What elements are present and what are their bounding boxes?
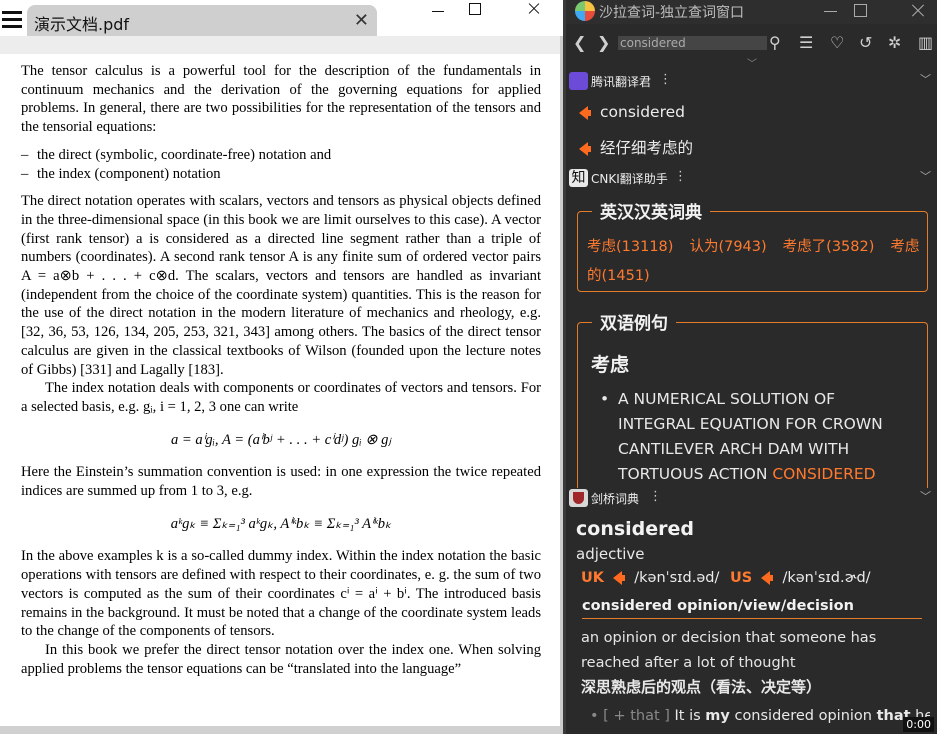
- grammar-tag: [ + that ]: [603, 708, 670, 724]
- speaker-icon[interactable]: [579, 105, 591, 120]
- sidebar-icon[interactable]: ▥: [918, 32, 933, 54]
- minimize-button[interactable]: [418, 0, 458, 22]
- history-icon[interactable]: ↺: [859, 32, 872, 54]
- keyword-link[interactable]: 认为(7943): [689, 239, 766, 255]
- dict-title-bar: 沙拉查词-独立查词窗口: [566, 0, 937, 24]
- more-icon[interactable]: ⋮: [674, 169, 687, 184]
- app-logo-icon: [575, 1, 595, 21]
- tencent-logo-icon: [569, 72, 588, 90]
- settings-icon[interactable]: ✲: [888, 32, 901, 54]
- speaker-icon[interactable]: [579, 141, 591, 156]
- pdf-viewer-window: 演示文档.pdf ✕ The tensor calculus is a powe…: [0, 0, 563, 734]
- pronunciation-row: UK /kənˈsɪd.əd/ US /kənˈsɪd.ɚd/: [581, 570, 871, 586]
- forward-icon[interactable]: ❯: [597, 32, 610, 54]
- us-label: US: [730, 570, 753, 586]
- list-item: – the direct (symbolic, coordinate-free) …: [21, 146, 332, 163]
- minimize-button[interactable]: [822, 2, 842, 20]
- dict-name: 腾讯翻译君: [591, 75, 652, 89]
- paragraph: The direct notation operates with scalar…: [21, 193, 541, 378]
- equation: a = aⁱgᵢ, A = (aⁱbʲ + . . . + cⁱdʲ) gᵢ ⊗…: [170, 431, 392, 448]
- search-input[interactable]: [618, 36, 767, 50]
- close-window-button[interactable]: [514, 0, 554, 22]
- tencent-header[interactable]: 腾讯翻译君 ⋮ ﹀: [566, 71, 937, 93]
- menu-icon[interactable]: [2, 11, 22, 29]
- definition: an opinion or decision that someone has …: [581, 630, 877, 671]
- list-item: – the index (component) notation: [21, 165, 221, 182]
- dict-name: 剑桥词典: [591, 492, 640, 506]
- clock-badge: 0:00: [903, 717, 934, 732]
- us-ipa: /kənˈsɪd.ɚd/: [782, 570, 871, 586]
- dict-name: CNKI翻译助手: [591, 172, 668, 186]
- more-icon[interactable]: ⋮: [649, 489, 662, 504]
- uk-label: UK: [581, 570, 605, 586]
- cambridge-header[interactable]: 剑桥词典 ⋮ ﹀: [566, 488, 937, 510]
- window-title: 沙拉查词-独立查词窗口: [599, 5, 745, 21]
- pdf-text-body: The tensor calculus is a powerful tool f…: [21, 62, 541, 678]
- more-icon[interactable]: ⋮: [659, 72, 672, 87]
- paragraph: The index notation deals with components…: [21, 380, 541, 415]
- heart-icon[interactable]: ♡: [830, 32, 844, 54]
- section-title: 双语例句: [592, 309, 676, 334]
- source-line: considered: [579, 103, 685, 121]
- close-tab-icon[interactable]: ✕: [354, 10, 369, 31]
- paragraph: Here the Einstein’s summation convention…: [21, 464, 541, 500]
- keyword-list: 考虑(13118) 认为(7943) 考虑了(3582) 考虑的(1451): [587, 232, 922, 290]
- search-icon[interactable]: ⚲: [769, 32, 781, 54]
- example-headword: 考虑: [591, 354, 630, 376]
- uk-ipa: /kənˈsɪd.əd/: [634, 570, 720, 586]
- maximize-button[interactable]: [852, 2, 872, 20]
- speaker-icon[interactable]: [612, 571, 625, 585]
- pdf-bottom-bar: [0, 726, 560, 734]
- dict-toolbar: ❮ ❯ ⚲ ☰ ♡ ↺ ✲ ▥: [566, 30, 937, 58]
- chevron-down-icon[interactable]: ﹀: [747, 55, 757, 70]
- speaker-icon[interactable]: [760, 571, 773, 585]
- chevron-down-icon[interactable]: ﹀: [920, 488, 931, 504]
- definition-cn: 深思熟虑后的观点（看法、决定等）: [581, 678, 822, 696]
- pdf-tab-title: 演示文档.pdf: [34, 15, 130, 34]
- phrase-heading: considered opinion/view/decision: [582, 598, 922, 619]
- example-item: • [ + that ] It is my considered opinion…: [590, 708, 930, 724]
- paragraph: The tensor calculus is a powerful tool f…: [21, 63, 541, 136]
- dictionary-box: 英汉汉英词典 考虑(13118) 认为(7943) 考虑了(3582) 考虑的(145…: [577, 198, 928, 292]
- back-icon[interactable]: ❮: [573, 32, 586, 54]
- paragraph: In this book we prefer the direct tensor…: [21, 641, 541, 677]
- close-window-button[interactable]: [909, 2, 929, 20]
- maximize-button[interactable]: [455, 0, 495, 22]
- menu-icon[interactable]: ☰: [799, 32, 813, 54]
- keyword-link[interactable]: 考虑了(3582): [783, 239, 875, 255]
- pdf-tab-bar: 演示文档.pdf ✕: [0, 0, 563, 36]
- examples-box: 双语例句 考虑 • A NUMERICAL SOLUTION OF INTEGR…: [577, 309, 928, 488]
- translation-line: 经仔细考虑的: [579, 136, 693, 158]
- section-title: 英汉汉英词典: [592, 198, 710, 223]
- pdf-page[interactable]: The tensor calculus is a powerful tool f…: [0, 54, 560, 726]
- pdf-document-tab[interactable]: 演示文档.pdf ✕: [27, 5, 377, 36]
- cnki-logo-icon: 知: [569, 169, 588, 187]
- headword: considered: [576, 518, 695, 540]
- chevron-down-icon[interactable]: ﹀: [920, 168, 931, 184]
- cnki-header[interactable]: 知 CNKI翻译助手 ⋮ ﹀: [566, 168, 937, 190]
- part-of-speech: adjective: [576, 545, 645, 563]
- cambridge-logo-icon: [569, 489, 588, 507]
- keyword-link[interactable]: 考虑(13118): [587, 239, 673, 255]
- chevron-down-icon[interactable]: ﹀: [920, 71, 931, 87]
- dictionary-window: 沙拉查词-独立查词窗口 ❮ ❯ ⚲ ☰ ♡ ↺ ✲ ▥ ﹀ 腾讯翻译君 ⋮ ﹀ …: [563, 0, 937, 734]
- example-item: • A NUMERICAL SOLUTION OF INTEGRAL EQUAT…: [600, 390, 883, 483]
- paragraph: In the above examples k is a so-called d…: [21, 548, 541, 640]
- highlight-word: CONSIDERED: [772, 465, 876, 483]
- equation: aᵏgₖ ≡ Σₖ₌₁³ aᵏgₖ, Aⁱᵏbₖ ≡ Σₖ₌₁³ Aⁱᵏbₖ: [170, 515, 392, 532]
